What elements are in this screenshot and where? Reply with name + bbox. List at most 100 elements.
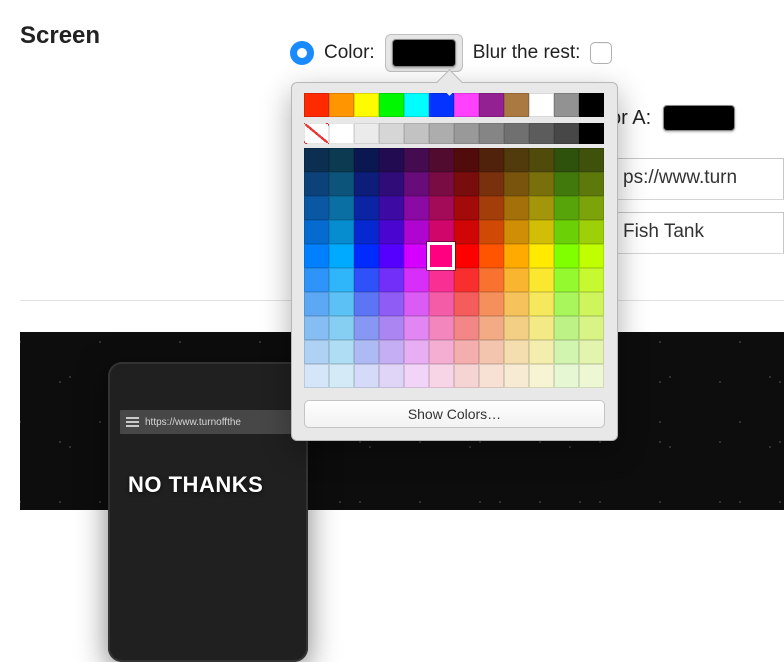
grid-color[interactable] (329, 148, 354, 172)
grid-color[interactable] (504, 268, 529, 292)
preset-color[interactable] (304, 93, 329, 117)
grid-color[interactable] (529, 316, 554, 340)
grid-color[interactable] (529, 196, 554, 220)
grid-color[interactable] (329, 244, 354, 268)
preset-color[interactable] (504, 93, 529, 117)
preset-color[interactable] (479, 93, 504, 117)
grid-color[interactable] (454, 292, 479, 316)
grid-color[interactable] (379, 220, 404, 244)
grid-color[interactable] (504, 196, 529, 220)
grid-color[interactable] (579, 220, 604, 244)
grid-color[interactable] (504, 364, 529, 388)
grid-color[interactable] (554, 340, 579, 364)
grid-color[interactable] (579, 172, 604, 196)
grid-color[interactable] (579, 196, 604, 220)
grid-color[interactable] (304, 220, 329, 244)
grid-color[interactable] (504, 340, 529, 364)
grid-color[interactable] (479, 244, 504, 268)
grid-color[interactable] (379, 148, 404, 172)
title-field[interactable]: Fish Tank (612, 212, 784, 254)
grid-color[interactable] (429, 268, 454, 292)
grid-color[interactable] (329, 316, 354, 340)
preset-color[interactable] (404, 93, 429, 117)
grid-color[interactable] (579, 316, 604, 340)
grid-color[interactable] (429, 172, 454, 196)
grid-color[interactable] (404, 268, 429, 292)
gray-swatch[interactable] (554, 123, 579, 144)
grid-color[interactable] (454, 268, 479, 292)
grid-color[interactable] (354, 172, 379, 196)
grid-color[interactable] (479, 196, 504, 220)
grid-color[interactable] (304, 292, 329, 316)
gray-swatch[interactable] (504, 123, 529, 144)
gray-swatch[interactable] (529, 123, 554, 144)
grid-color[interactable] (304, 148, 329, 172)
grid-color[interactable] (529, 340, 554, 364)
grid-color[interactable] (354, 244, 379, 268)
color-radio[interactable] (290, 41, 314, 65)
grid-color[interactable] (429, 244, 454, 268)
grid-color[interactable] (404, 340, 429, 364)
grid-color[interactable] (579, 292, 604, 316)
grid-color[interactable] (479, 364, 504, 388)
show-colors-button[interactable]: Show Colors… (304, 400, 605, 428)
grid-color[interactable] (354, 196, 379, 220)
grid-color[interactable] (479, 172, 504, 196)
grid-color[interactable] (504, 316, 529, 340)
grid-color[interactable] (479, 148, 504, 172)
grid-color[interactable] (454, 196, 479, 220)
grid-color[interactable] (379, 244, 404, 268)
grid-color[interactable] (554, 364, 579, 388)
gray-swatch[interactable] (579, 123, 604, 144)
grid-color[interactable] (579, 148, 604, 172)
color-swatch-button[interactable] (385, 34, 463, 72)
gray-swatch[interactable] (454, 123, 479, 144)
grid-color[interactable] (479, 292, 504, 316)
grid-color[interactable] (479, 220, 504, 244)
grid-color[interactable] (379, 292, 404, 316)
grid-color[interactable] (554, 316, 579, 340)
grid-color[interactable] (329, 364, 354, 388)
grid-color[interactable] (404, 196, 429, 220)
grid-color[interactable] (454, 364, 479, 388)
grid-color[interactable] (479, 268, 504, 292)
grid-color[interactable] (379, 172, 404, 196)
grid-color[interactable] (354, 220, 379, 244)
gray-swatch[interactable] (429, 123, 454, 144)
grid-color[interactable] (429, 148, 454, 172)
grid-color[interactable] (429, 292, 454, 316)
grid-color[interactable] (304, 268, 329, 292)
grid-color[interactable] (429, 364, 454, 388)
grid-color[interactable] (404, 172, 429, 196)
grid-color[interactable] (454, 220, 479, 244)
blur-checkbox[interactable] (590, 42, 612, 64)
grid-color[interactable] (404, 292, 429, 316)
grid-color[interactable] (454, 244, 479, 268)
grid-color[interactable] (554, 292, 579, 316)
grid-color[interactable] (404, 364, 429, 388)
preset-color[interactable] (379, 93, 404, 117)
grid-color[interactable] (479, 340, 504, 364)
grid-color[interactable] (404, 148, 429, 172)
gray-swatch[interactable] (354, 123, 379, 144)
grid-color[interactable] (354, 316, 379, 340)
grid-color[interactable] (304, 364, 329, 388)
gray-swatch[interactable] (404, 123, 429, 144)
grid-color[interactable] (379, 196, 404, 220)
grid-color[interactable] (454, 148, 479, 172)
grid-color[interactable] (429, 340, 454, 364)
or-a-swatch[interactable] (663, 105, 735, 131)
grid-color[interactable] (354, 364, 379, 388)
grid-color[interactable] (454, 340, 479, 364)
preset-color[interactable] (579, 93, 604, 117)
grid-color[interactable] (329, 172, 354, 196)
grid-color[interactable] (329, 196, 354, 220)
grid-color[interactable] (454, 316, 479, 340)
grid-color[interactable] (554, 148, 579, 172)
grid-color[interactable] (404, 316, 429, 340)
gray-swatch[interactable] (479, 123, 504, 144)
grid-color[interactable] (504, 148, 529, 172)
grid-color[interactable] (304, 196, 329, 220)
grid-color[interactable] (429, 220, 454, 244)
grid-color[interactable] (304, 244, 329, 268)
